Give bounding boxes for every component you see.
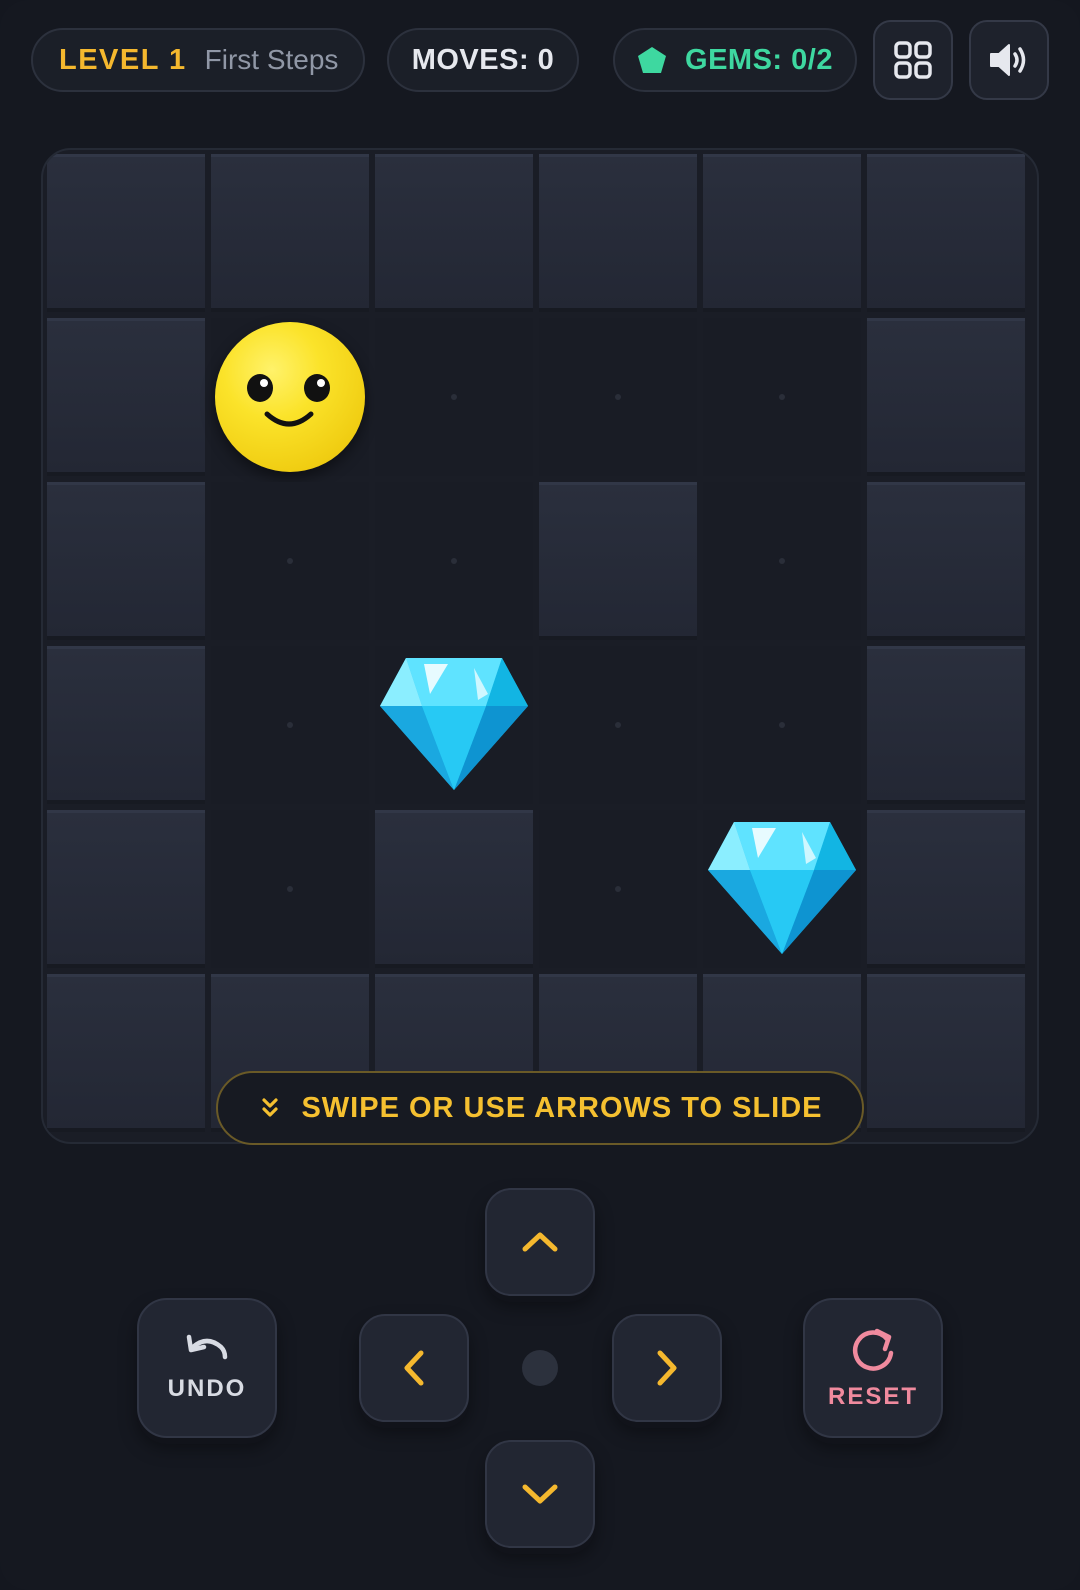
floor-dot bbox=[615, 394, 621, 400]
speaker-volume-icon bbox=[990, 44, 1026, 76]
level-number: LEVEL 1 bbox=[59, 43, 187, 76]
floor-dot bbox=[451, 558, 457, 564]
reset-button[interactable]: RESET bbox=[803, 1298, 943, 1438]
hint-text: SWIPE OR USE ARROWS TO SLIDE bbox=[301, 1091, 823, 1124]
moves-label: MOVES: 0 bbox=[411, 43, 555, 76]
wall-tile bbox=[703, 154, 861, 312]
floor-dot bbox=[451, 394, 457, 400]
level-select-button[interactable] bbox=[873, 20, 953, 100]
level-indicator: LEVEL 1 First Steps bbox=[31, 28, 365, 92]
chevron-left-icon bbox=[404, 1350, 424, 1386]
wall-tile bbox=[211, 154, 369, 312]
gem-icon bbox=[638, 47, 667, 73]
floor-tile bbox=[211, 482, 369, 640]
floor-tile bbox=[539, 810, 697, 968]
wall-tile bbox=[47, 974, 205, 1132]
diamond-gem bbox=[706, 818, 858, 958]
floor-tile bbox=[211, 810, 369, 968]
wall-tile bbox=[867, 974, 1025, 1132]
hint-banner: SWIPE OR USE ARROWS TO SLIDE bbox=[216, 1071, 864, 1145]
wall-tile bbox=[867, 318, 1025, 476]
wall-tile bbox=[47, 646, 205, 804]
player-smiley-ball bbox=[215, 322, 365, 472]
chevron-up-icon bbox=[522, 1232, 558, 1252]
wall-tile bbox=[47, 318, 205, 476]
floor-tile bbox=[703, 482, 861, 640]
undo-label: UNDO bbox=[167, 1375, 247, 1402]
chevron-down-icon bbox=[522, 1484, 558, 1504]
double-chevron-down-icon bbox=[262, 1098, 279, 1117]
wall-tile bbox=[539, 482, 697, 640]
game-board[interactable] bbox=[41, 148, 1039, 1144]
gems-label: GEMS: 0/2 bbox=[685, 43, 833, 76]
undo-arrow-icon bbox=[186, 1334, 228, 1360]
floor-dot bbox=[287, 722, 293, 728]
chevron-right-icon bbox=[657, 1350, 677, 1386]
wall-tile bbox=[539, 154, 697, 312]
floor-tile bbox=[375, 482, 533, 640]
floor-tile bbox=[539, 646, 697, 804]
dpad-center-dot bbox=[522, 1350, 558, 1386]
floor-tile bbox=[703, 318, 861, 476]
level-name: First Steps bbox=[204, 44, 339, 75]
floor-dot bbox=[779, 394, 785, 400]
wall-tile bbox=[47, 154, 205, 312]
floor-dot bbox=[779, 722, 785, 728]
floor-dot bbox=[615, 886, 621, 892]
reset-label: RESET bbox=[827, 1383, 918, 1410]
wall-tile bbox=[47, 810, 205, 968]
grid-menu-icon bbox=[894, 41, 932, 79]
floor-dot bbox=[779, 558, 785, 564]
header-bar: LEVEL 1 First Steps MOVES: 0 GEMS: 0/2 bbox=[31, 20, 1051, 100]
floor-dot bbox=[287, 886, 293, 892]
wall-tile bbox=[867, 810, 1025, 968]
floor-dot bbox=[615, 722, 621, 728]
wall-tile bbox=[375, 810, 533, 968]
diamond-gem bbox=[378, 654, 530, 794]
game-screen: LEVEL 1 First Steps MOVES: 0 GEMS: 0/2 S… bbox=[0, 0, 1080, 1590]
floor-dot bbox=[287, 558, 293, 564]
wall-tile bbox=[47, 482, 205, 640]
floor-tile bbox=[375, 318, 533, 476]
undo-button[interactable]: UNDO bbox=[137, 1298, 277, 1438]
sound-toggle-button[interactable] bbox=[969, 20, 1049, 100]
gems-counter: GEMS: 0/2 bbox=[613, 28, 857, 92]
wall-tile bbox=[375, 154, 533, 312]
move-left-button[interactable] bbox=[359, 1314, 469, 1422]
floor-tile bbox=[211, 646, 369, 804]
floor-tile bbox=[703, 646, 861, 804]
reset-circular-arrow-icon bbox=[852, 1328, 894, 1371]
floor-tile bbox=[539, 318, 697, 476]
wall-tile bbox=[867, 482, 1025, 640]
wall-tile bbox=[867, 154, 1025, 312]
wall-tile bbox=[867, 646, 1025, 804]
move-up-button[interactable] bbox=[485, 1188, 595, 1296]
moves-counter: MOVES: 0 bbox=[387, 28, 579, 92]
move-down-button[interactable] bbox=[485, 1440, 595, 1548]
move-right-button[interactable] bbox=[612, 1314, 722, 1422]
